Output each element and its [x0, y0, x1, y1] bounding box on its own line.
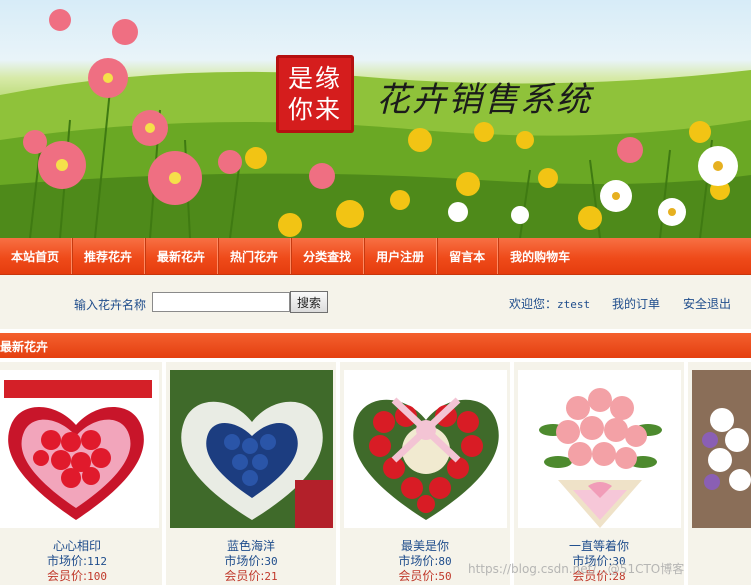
nav-item-guestbook[interactable]: 留言本: [437, 238, 499, 274]
nav-item-recommended[interactable]: 推荐花卉: [72, 238, 146, 274]
welcome-text: 欢迎您：ztest: [509, 295, 590, 312]
member-price-value: 100: [87, 570, 107, 583]
search-button[interactable]: 搜索: [290, 291, 329, 313]
username: ztest: [557, 298, 591, 311]
nav-item-home[interactable]: 本站首页: [0, 238, 73, 274]
product-grid: 心心相印 市场价:112 会员价:100 蓝色海洋 市场价:30 会员价:21: [0, 362, 751, 585]
market-price-label: 市场价:: [47, 554, 88, 568]
member-price-value: 50: [438, 570, 452, 583]
product-card[interactable]: 一直等着你 市场价:30 会员价:28: [514, 362, 684, 585]
watermark-text: https://blog.csdn.net/...@51CTO博客: [468, 562, 685, 576]
section-header: 最新花卉: [0, 333, 751, 358]
member-price-label: 会员价:: [47, 569, 88, 583]
search-label: 输入花卉名称: [74, 298, 147, 312]
brand-seal-logo: 是缘你来: [276, 55, 354, 133]
member-price: 会员价:21: [166, 567, 336, 584]
product-image[interactable]: [0, 370, 159, 528]
welcome-label: 欢迎您：: [509, 297, 558, 311]
product-card[interactable]: 心心相印 市场价:112 会员价:100: [0, 362, 162, 585]
product-image[interactable]: [170, 370, 333, 528]
member-price-value: 21: [264, 570, 278, 583]
nav-item-cart[interactable]: 我的购物车: [498, 238, 582, 274]
logout-link[interactable]: 安全退出: [683, 295, 731, 312]
product-image[interactable]: [344, 370, 507, 528]
product-image[interactable]: [518, 370, 681, 528]
search-bar: 输入花卉名称 搜索 欢迎您：ztest 我的订单 安全退出: [0, 275, 751, 329]
header-banner: 是缘你来 花卉销售系统: [0, 0, 751, 238]
site-title: 花卉销售系统: [376, 80, 592, 120]
product-image[interactable]: [692, 370, 751, 528]
nav-item-register[interactable]: 用户注册: [364, 238, 438, 274]
market-price-label: 市场价:: [398, 554, 439, 568]
member-price-label: 会员价:: [398, 569, 439, 583]
section-title: 最新花卉: [0, 340, 49, 354]
seal-text: 是缘你来: [287, 64, 342, 124]
product-card[interactable]: [688, 362, 751, 585]
main-nav: 本站首页 推荐花卉 最新花卉 热门花卉 分类查找 用户注册 留言本 我的购物车: [0, 238, 751, 275]
nav-item-category-search[interactable]: 分类查找: [291, 238, 365, 274]
market-price-label: 市场价:: [224, 554, 265, 568]
member-price: 会员价:100: [0, 567, 162, 584]
nav-item-newest[interactable]: 最新花卉: [145, 238, 219, 274]
nav-item-popular[interactable]: 热门花卉: [218, 238, 292, 274]
member-price-label: 会员价:: [224, 569, 265, 583]
product-card[interactable]: 蓝色海洋 市场价:30 会员价:21: [166, 362, 336, 585]
product-card[interactable]: 最美是你 市场价:80 会员价:50: [340, 362, 510, 585]
my-orders-link[interactable]: 我的订单: [612, 295, 660, 312]
search-input[interactable]: [152, 292, 290, 312]
